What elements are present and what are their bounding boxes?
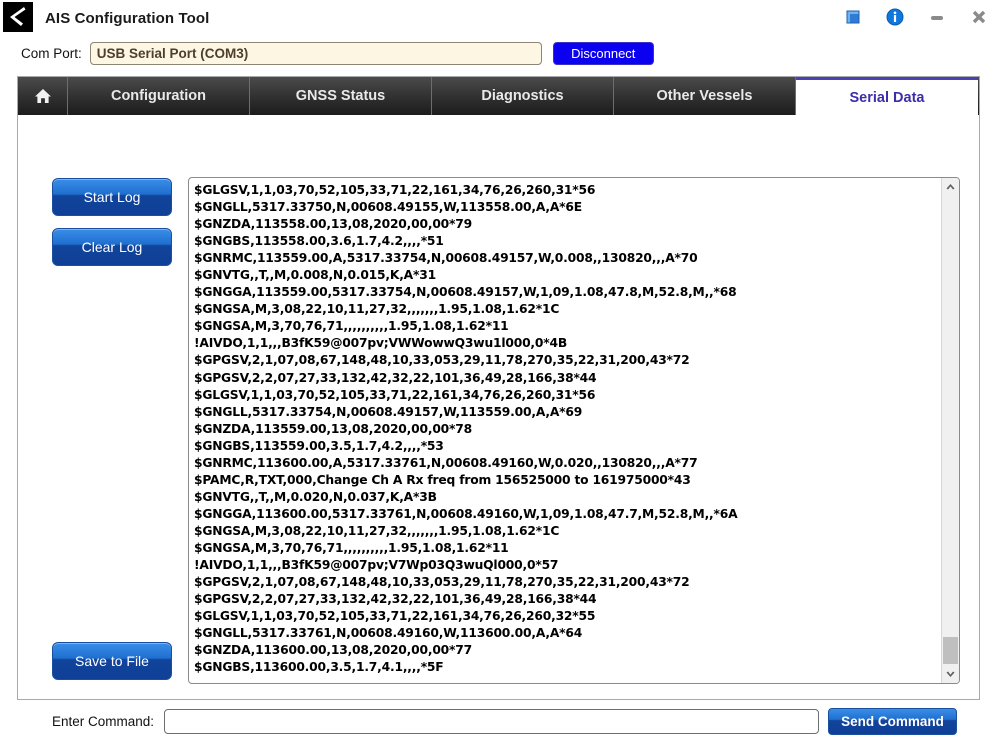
tab-label: Diagnostics: [481, 88, 564, 104]
tab-other-vessels[interactable]: Other Vessels: [614, 77, 796, 115]
tab-label: Serial Data: [849, 89, 925, 106]
window-controls: [843, 0, 989, 34]
title-bar: AIS Configuration Tool: [0, 0, 997, 36]
disconnect-button[interactable]: Disconnect: [552, 41, 654, 65]
chevron-logo-icon: [3, 2, 33, 32]
scrollbar-thumb[interactable]: [943, 637, 958, 664]
comport-row: Com Port: Disconnect: [0, 36, 997, 70]
serial-log-box: $GLGSV,1,1,03,70,52,105,33,71,22,161,34,…: [188, 177, 960, 684]
tab-configuration[interactable]: Configuration: [68, 77, 250, 115]
tab-bar: Configuration GNSS Status Diagnostics Ot…: [18, 77, 979, 115]
tab-gnss-status[interactable]: GNSS Status: [250, 77, 432, 115]
tab-home[interactable]: [18, 77, 68, 115]
clear-log-button[interactable]: Clear Log: [52, 228, 172, 266]
start-log-button[interactable]: Start Log: [52, 178, 172, 216]
chevron-up-icon[interactable]: [942, 178, 959, 195]
serial-log-text: $GLGSV,1,1,03,70,52,105,33,71,22,161,34,…: [194, 183, 738, 675]
home-icon: [33, 86, 53, 106]
info-icon[interactable]: [885, 7, 905, 27]
comport-label: Com Port:: [21, 45, 82, 61]
command-input[interactable]: [164, 708, 820, 734]
tab-label: Configuration: [110, 88, 207, 104]
close-icon[interactable]: [969, 7, 989, 27]
command-row: Enter Command: Send Command: [18, 701, 979, 741]
tab-serial-data[interactable]: Serial Data: [796, 77, 978, 115]
tab-label: GNSS Status: [295, 88, 386, 104]
serial-data-panel: Start Log Clear Log Save to File $GLGSV,…: [18, 115, 979, 735]
chevron-down-icon[interactable]: [942, 666, 959, 683]
tab-diagnostics[interactable]: Diagnostics: [432, 77, 614, 115]
serial-log-scrollbar[interactable]: [941, 178, 959, 683]
book-icon[interactable]: [843, 7, 863, 27]
tab-label: Other Vessels: [656, 88, 753, 104]
send-command-button[interactable]: Send Command: [828, 707, 958, 735]
page-title: AIS Configuration Tool: [45, 9, 210, 27]
main-panel: Configuration GNSS Status Diagnostics Ot…: [17, 76, 980, 735]
save-to-file-button[interactable]: Save to File: [52, 642, 172, 680]
minimize-icon[interactable]: [927, 7, 947, 27]
comport-input[interactable]: [89, 41, 542, 65]
